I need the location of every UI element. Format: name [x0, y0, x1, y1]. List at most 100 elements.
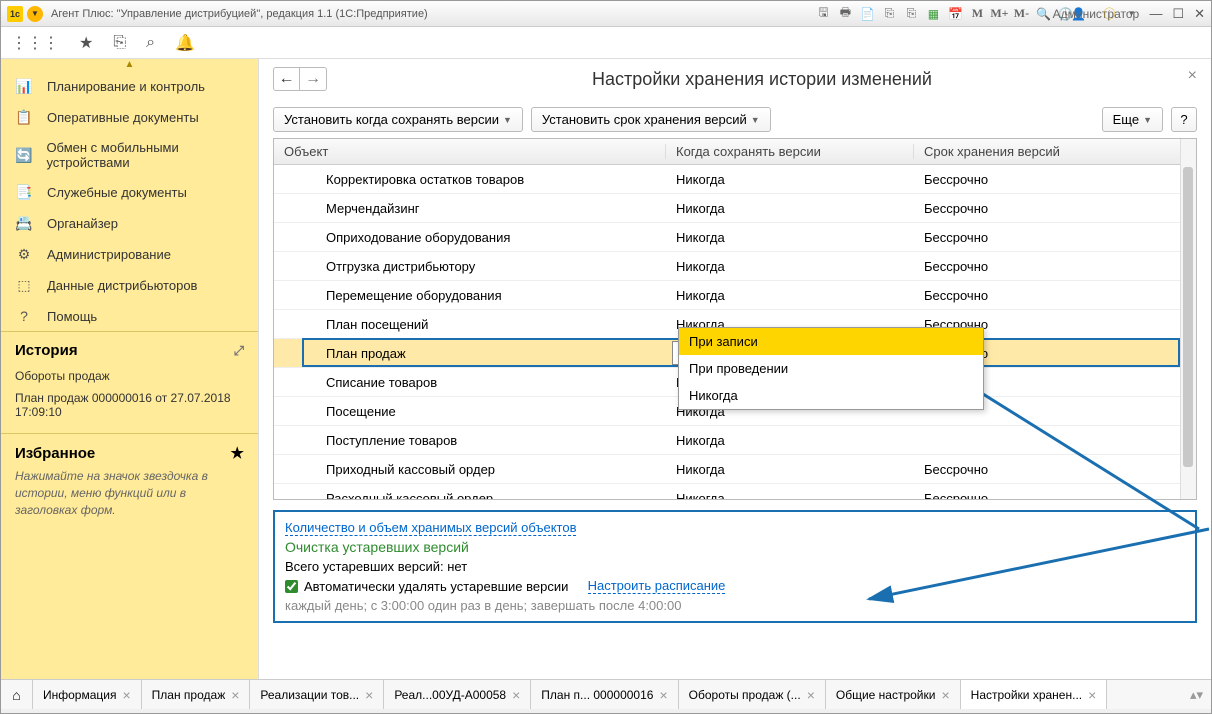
close-button[interactable]: ✕ — [1194, 6, 1205, 22]
gear-icon: ⚙ — [15, 246, 33, 263]
set-when-save-button[interactable]: Установить когда сохранять версии▼ — [273, 107, 523, 132]
table-row[interactable]: Приходный кассовый ордерНикогдаБессрочно — [274, 455, 1180, 484]
favorites-header: Избранное ★ — [1, 433, 258, 468]
minimize-button[interactable]: — — [1149, 6, 1162, 22]
zoom-icon[interactable]: 🔍 — [1035, 6, 1051, 22]
table-row[interactable]: Оприходование оборудованияНикогдаБессроч… — [274, 223, 1180, 252]
history-item[interactable]: План продаж 000000016 от 27.07.2018 17:0… — [15, 387, 244, 423]
app-menu-dropdown[interactable]: ▼ — [27, 6, 43, 22]
objects-table: Объект Когда сохранять версии Срок хране… — [273, 138, 1197, 500]
clipboard-icon[interactable]: ⎘ — [113, 34, 126, 52]
sidebar: ▲ 📊Планирование и контроль 📋Оперативные … — [1, 59, 259, 679]
window-tab[interactable]: Общие настройки× — [826, 680, 961, 709]
user-label[interactable]: 👤 Администратор — [1079, 6, 1095, 22]
window-title: Агент Плюс: "Управление дистрибуцией", р… — [51, 8, 815, 20]
stored-versions-link[interactable]: Количество и объем хранимых версий объек… — [285, 520, 576, 536]
m-button[interactable]: M — [969, 6, 985, 22]
info-icon[interactable]: ⓘ — [1101, 6, 1117, 22]
apps-icon[interactable]: ⋮⋮⋮ — [11, 33, 59, 53]
favorites-hint: Нажимайте на значок звездочка в истории,… — [15, 468, 244, 518]
nav-planning[interactable]: 📊Планирование и контроль — [1, 71, 258, 102]
auto-delete-checkbox[interactable] — [285, 580, 298, 593]
set-retention-button[interactable]: Установить срок хранения версий▼ — [531, 107, 771, 132]
save-icon[interactable]: 🖫 — [815, 6, 831, 22]
col-when[interactable]: Когда сохранять версии — [666, 144, 914, 159]
dropdown-option[interactable]: При проведении — [679, 355, 983, 382]
table-header: Объект Когда сохранять версии Срок хране… — [274, 139, 1180, 165]
star-icon[interactable]: ★ — [79, 33, 93, 53]
chart-icon: 📊 — [15, 78, 33, 95]
table-row[interactable]: Перемещение оборудованияНикогдаБессрочно — [274, 281, 1180, 310]
tab-close-icon[interactable]: × — [512, 687, 520, 703]
titlebar-tools: 🖫 🖶 📄 ⎘ ⎘ ▦ 📅 M M+ M- 🔍 🕓 👤 Администрато… — [815, 6, 1139, 22]
tab-close-icon[interactable]: × — [1088, 687, 1096, 703]
table-row[interactable]: Расходный кассовый ордерНикогдаБессрочно — [274, 484, 1180, 499]
tab-close-icon[interactable]: × — [807, 687, 815, 703]
window-tab[interactable]: План продаж× — [142, 680, 251, 709]
history-expand-icon[interactable]: ⤢ — [234, 343, 244, 359]
nav-admin[interactable]: ⚙Администрирование — [1, 239, 258, 270]
col-object[interactable]: Объект — [274, 144, 666, 159]
print-icon[interactable]: 🖶 — [837, 6, 853, 22]
help-button[interactable]: ? — [1171, 107, 1197, 132]
doc-icon[interactable]: 📄 — [859, 6, 875, 22]
app-logo-icon: 1c — [7, 6, 23, 22]
copy-icon[interactable]: ⎘ — [903, 6, 919, 22]
bell-icon[interactable]: 🔔 — [175, 33, 195, 53]
m-minus-button[interactable]: M- — [1013, 6, 1029, 22]
calc-icon[interactable]: ▦ — [925, 6, 941, 22]
window-tab[interactable]: Реализации тов...× — [250, 680, 384, 709]
nav-distributor-data[interactable]: ⬚Данные дистрибьюторов — [1, 270, 258, 301]
outdated-count: Всего устаревших версий: нет — [285, 559, 1185, 574]
doc-icon: 📋 — [15, 109, 33, 126]
window-tab[interactable]: План п... 000000016× — [531, 680, 678, 709]
table-row[interactable]: Корректировка остатков товаровНикогдаБес… — [274, 165, 1180, 194]
table-row[interactable]: Отгрузка дистрибьюторуНикогдаБессрочно — [274, 252, 1180, 281]
sync-icon: 🔄 — [15, 147, 32, 164]
tab-close-icon[interactable]: × — [365, 687, 373, 703]
table-scrollbar[interactable] — [1180, 139, 1196, 499]
tab-close-icon[interactable]: × — [941, 687, 949, 703]
files-icon: 📑 — [15, 184, 33, 201]
schedule-text: каждый день; с 3:00:00 один раз в день; … — [285, 598, 1185, 613]
window-tab[interactable]: Реал...00УД-А00058× — [384, 680, 531, 709]
history-item[interactable]: Обороты продаж — [15, 365, 244, 387]
bottom-tabs: ⌂ Информация×План продаж×Реализации тов.… — [1, 679, 1211, 709]
content-area: ← → Настройки хранения истории изменений… — [259, 59, 1211, 679]
m-plus-button[interactable]: M+ — [991, 6, 1007, 22]
back-button[interactable]: ← — [274, 68, 300, 90]
home-tab[interactable]: ⌂ — [1, 680, 33, 709]
dropdown-option[interactable]: Никогда — [679, 382, 983, 409]
maximize-button[interactable]: ☐ — [1172, 6, 1184, 22]
nav-organizer[interactable]: 📇Органайзер — [1, 208, 258, 239]
table-row[interactable]: Поступление товаровНикогда — [274, 426, 1180, 455]
nav-service-docs[interactable]: 📑Служебные документы — [1, 177, 258, 208]
info-dd-icon[interactable]: ▼ — [1123, 6, 1139, 22]
help-icon: ? — [15, 308, 33, 324]
col-retention[interactable]: Срок хранения версий — [914, 144, 1180, 159]
table-row[interactable]: МерчендайзингНикогдаБессрочно — [274, 194, 1180, 223]
window-tab[interactable]: Информация× — [33, 680, 142, 709]
window-tab[interactable]: Обороты продаж (...× — [679, 680, 826, 709]
close-page-button[interactable]: × — [1188, 67, 1197, 85]
tab-close-icon[interactable]: × — [231, 687, 239, 703]
window-tab[interactable]: Настройки хранен...× — [961, 680, 1108, 709]
calendar-icon[interactable]: 📅 — [947, 6, 963, 22]
star-icon[interactable]: ★ — [231, 444, 244, 462]
dropdown-option[interactable]: При записи — [679, 328, 983, 355]
search-icon[interactable]: ⌕ — [146, 34, 155, 52]
nav-help[interactable]: ?Помощь — [1, 301, 258, 331]
configure-schedule-link[interactable]: Настроить расписание — [588, 578, 726, 594]
cleanup-panel: Количество и объем хранимых версий объек… — [273, 510, 1197, 623]
nav-operational-docs[interactable]: 📋Оперативные документы — [1, 102, 258, 133]
nav-scroll-up[interactable]: ▲ — [1, 59, 258, 71]
compare-icon[interactable]: ⎘ — [881, 6, 897, 22]
when-save-dropdown: При записи При проведении Никогда — [678, 327, 984, 410]
forward-button[interactable]: → — [300, 68, 326, 90]
tab-close-icon[interactable]: × — [659, 687, 667, 703]
tab-close-icon[interactable]: × — [122, 687, 130, 703]
nav-mobile-exchange[interactable]: 🔄Обмен с мобильными устройствами — [1, 133, 258, 177]
tabs-scroll-icon[interactable]: ▴▾ — [1190, 687, 1203, 703]
main-toolbar: ⋮⋮⋮ ★ ⎘ ⌕ 🔔 — [1, 27, 1211, 59]
more-button[interactable]: Еще▼ — [1102, 107, 1163, 132]
